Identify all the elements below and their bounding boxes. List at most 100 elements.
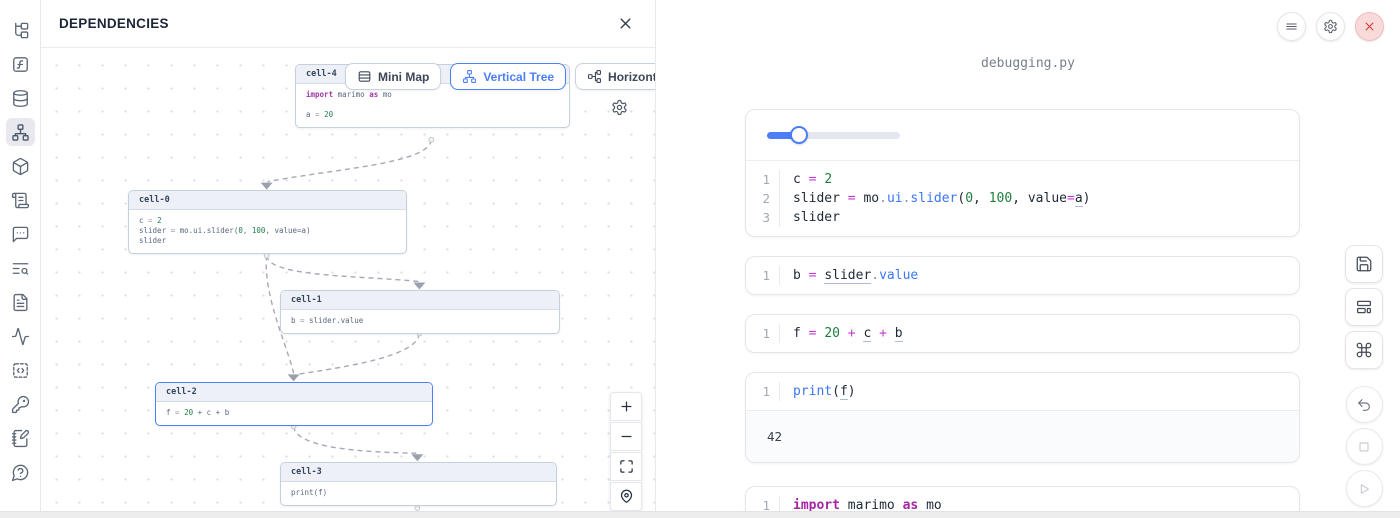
- notebook-menu-button[interactable]: [1277, 12, 1306, 41]
- window-controls: [1277, 12, 1384, 41]
- graph-node-title: cell-0: [129, 191, 406, 210]
- save-icon: [1355, 255, 1373, 273]
- stop-button[interactable]: [1346, 428, 1383, 465]
- sidebar-item-variables[interactable]: [6, 50, 35, 78]
- graph-node-code: import marimo as mo a = 20: [296, 84, 569, 127]
- save-button[interactable]: [1345, 245, 1383, 283]
- pin-icon: [619, 489, 634, 504]
- graph-node-cell-0[interactable]: cell-0c = 2slider = mo.ui.slider(0, 100,…: [128, 190, 407, 254]
- settings-button[interactable]: [1316, 12, 1345, 41]
- graph-node-title: cell-1: [281, 291, 559, 310]
- dependencies-panel: DEPENDENCIES Mini Map Vertical Tree Horizo…: [41, 0, 656, 518]
- view-button-label: Horizontal Tree: [608, 70, 655, 84]
- code-lines: f = 20 + c + b: [780, 324, 903, 343]
- bottom-status-strip: [0, 511, 1400, 518]
- file-text-icon: [11, 293, 30, 312]
- database-icon: [11, 89, 30, 108]
- graph-node-cell-2[interactable]: cell-2f = 20 + c + b: [155, 382, 433, 426]
- sidebar-item-secrets[interactable]: [6, 390, 35, 418]
- view-button-label: Vertical Tree: [483, 70, 554, 84]
- zoom-in-button[interactable]: [610, 392, 642, 421]
- network-icon: [462, 69, 477, 84]
- gear-icon: [1323, 19, 1338, 34]
- cell-editor[interactable]: 1f = 20 + c + b: [746, 315, 1299, 352]
- text-search-icon: [11, 259, 30, 278]
- panel-title: DEPENDENCIES: [59, 16, 169, 31]
- notebook-cells: 123c = 2slider = mo.ui.slider(0, 100, va…: [745, 109, 1300, 518]
- graph-node-cell-1[interactable]: cell-1b = slider.value: [280, 290, 560, 334]
- view-button-horizontal-tree[interactable]: Horizontal Tree: [575, 63, 655, 90]
- scroll-to-cell-button[interactable]: [610, 482, 642, 511]
- node-handle: [429, 137, 434, 142]
- function-square-icon: [11, 55, 30, 74]
- stop-icon: [1356, 439, 1372, 455]
- sidebar-item-chat[interactable]: [6, 220, 35, 248]
- undo-icon: [1356, 397, 1372, 413]
- close-panel-button[interactable]: [613, 12, 637, 36]
- fit-view-button[interactable]: [610, 452, 642, 481]
- minus-icon: [619, 429, 634, 444]
- panel-icon-rail: [0, 0, 41, 518]
- sidebar-item-tracing[interactable]: [6, 322, 35, 350]
- notebook-cell-cell-0: 123c = 2slider = mo.ui.slider(0, 100, va…: [745, 109, 1300, 237]
- cell-editor[interactable]: 1print(f): [746, 373, 1299, 410]
- cell-editor[interactable]: 123c = 2slider = mo.ui.slider(0, 100, va…: [746, 161, 1299, 236]
- edge-arrowhead: [288, 374, 300, 381]
- edge-arrowhead: [413, 283, 425, 290]
- tree-icon: [11, 21, 30, 40]
- line-numbers: 1: [746, 324, 780, 343]
- sidebar-item-help[interactable]: [6, 458, 35, 486]
- keyboard-shortcuts-button[interactable]: [1345, 331, 1383, 369]
- slider-widget[interactable]: [767, 126, 900, 144]
- shutdown-button[interactable]: [1355, 12, 1384, 41]
- scroll-icon: [11, 191, 30, 210]
- minimap-icon: [357, 69, 372, 84]
- undo-button[interactable]: [1346, 386, 1383, 423]
- sidebar-item-outline[interactable]: [6, 186, 35, 214]
- command-icon: [1355, 341, 1373, 359]
- graph-node-code: f = 20 + c + b: [156, 402, 432, 425]
- graph-node-title: cell-3: [281, 463, 556, 482]
- graph-node-code: c = 2slider = mo.ui.slider(0, 100, value…: [129, 210, 406, 253]
- run-button[interactable]: [1346, 470, 1383, 507]
- sidebar-item-datasources[interactable]: [6, 84, 35, 112]
- view-button-label: Mini Map: [378, 70, 429, 84]
- view-button-vertical-tree[interactable]: Vertical Tree: [450, 63, 566, 90]
- sidebar-item-scratchpad[interactable]: [6, 424, 35, 452]
- box-icon: [11, 157, 30, 176]
- notebook-filename[interactable]: debugging.py: [656, 56, 1400, 71]
- app-window: DEPENDENCIES Mini Map Vertical Tree Horizo…: [0, 0, 1400, 518]
- sidebar-item-logs-search[interactable]: [6, 254, 35, 282]
- view-button-mini-map[interactable]: Mini Map: [345, 63, 441, 90]
- network-icon: [11, 123, 30, 142]
- snippets-icon: [11, 361, 30, 380]
- sidebar-item-snippets[interactable]: [6, 356, 35, 384]
- cell-editor[interactable]: 1b = slider.value: [746, 257, 1299, 294]
- cell-output: 42: [746, 410, 1299, 462]
- zoom-out-button[interactable]: [610, 422, 642, 451]
- sidebar-item-packages[interactable]: [6, 152, 35, 180]
- layout-toggle-button[interactable]: [1345, 288, 1383, 326]
- graph-node-code: print(f): [281, 482, 556, 505]
- network-h-icon: [587, 69, 602, 84]
- edge-arrowhead: [261, 183, 273, 190]
- plus-icon: [619, 399, 634, 414]
- edge-cell-4-to-cell-0: [268, 140, 432, 182]
- chat-icon: [11, 225, 30, 244]
- line-numbers: 123: [746, 170, 780, 227]
- sidebar-item-file-explorer[interactable]: [6, 16, 35, 44]
- notebook-pen-icon: [11, 429, 30, 448]
- layout-icon: [1355, 298, 1373, 316]
- graph-node-cell-3[interactable]: cell-3print(f): [280, 462, 557, 506]
- dependency-graph-canvas[interactable]: Mini Map Vertical Tree Horizontal Tree cel…: [41, 48, 655, 518]
- notebook-cell-cell-3: 1print(f)42: [745, 372, 1300, 463]
- play-icon: [1356, 481, 1372, 497]
- menu-icon: [1284, 19, 1299, 34]
- graph-settings-button[interactable]: [611, 99, 628, 116]
- edge-cell-2-to-cell-3: [294, 426, 417, 453]
- code-lines: print(f): [780, 382, 856, 401]
- sidebar-item-dependencies[interactable]: [6, 118, 35, 146]
- sidebar-item-documentation[interactable]: [6, 288, 35, 316]
- slider-thumb[interactable]: [790, 126, 808, 144]
- key-icon: [11, 395, 30, 414]
